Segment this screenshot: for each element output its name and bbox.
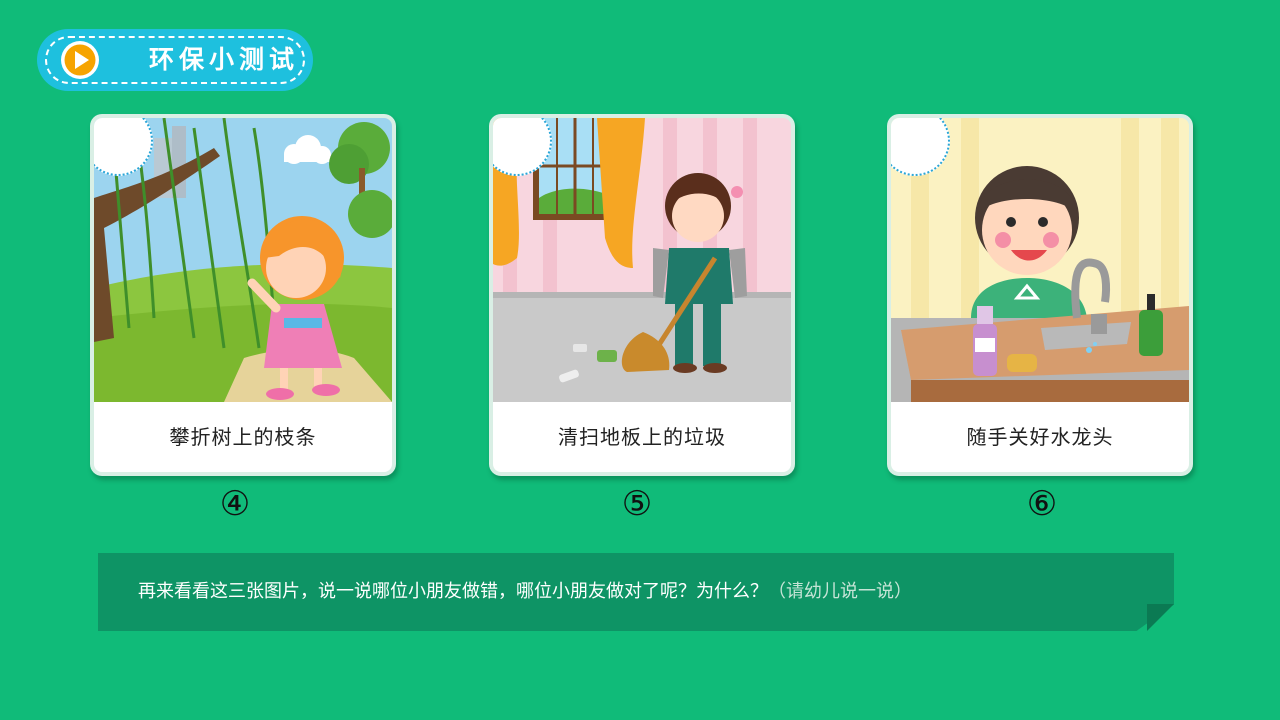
section-title-pill: 环保小测试 xyxy=(37,29,313,91)
illustration-faucet xyxy=(891,118,1189,402)
illustration-sweeping xyxy=(493,118,791,402)
question-hint: （请幼儿说一说） xyxy=(768,581,912,602)
card-caption: 清扫地板上的垃圾 xyxy=(493,402,791,472)
card-number: ⑥ xyxy=(1026,484,1058,524)
play-icon[interactable] xyxy=(60,40,100,80)
question-text: 再来看看这三张图片，说一说哪位小朋友做错，哪位小朋友做对了呢？为什么？（请幼儿说… xyxy=(138,576,912,608)
card-faucet[interactable]: 随手关好水龙头 xyxy=(887,114,1193,476)
card-number: ④ xyxy=(219,484,251,524)
card-caption: 攀折树上的枝条 xyxy=(94,402,392,472)
question-main: 再来看看这三张图片，说一说哪位小朋友做错，哪位小朋友做对了呢？为什么？ xyxy=(138,581,768,602)
illustration-breaking-branch xyxy=(94,118,392,402)
card-number: ⑤ xyxy=(621,484,653,524)
section-title: 环保小测试 xyxy=(149,45,300,74)
card-willow-branch[interactable]: 攀折树上的枝条 xyxy=(90,114,396,476)
banner-fold-corner xyxy=(1147,604,1174,631)
card-sweeping[interactable]: 清扫地板上的垃圾 xyxy=(489,114,795,476)
card-caption: 随手关好水龙头 xyxy=(891,402,1189,472)
